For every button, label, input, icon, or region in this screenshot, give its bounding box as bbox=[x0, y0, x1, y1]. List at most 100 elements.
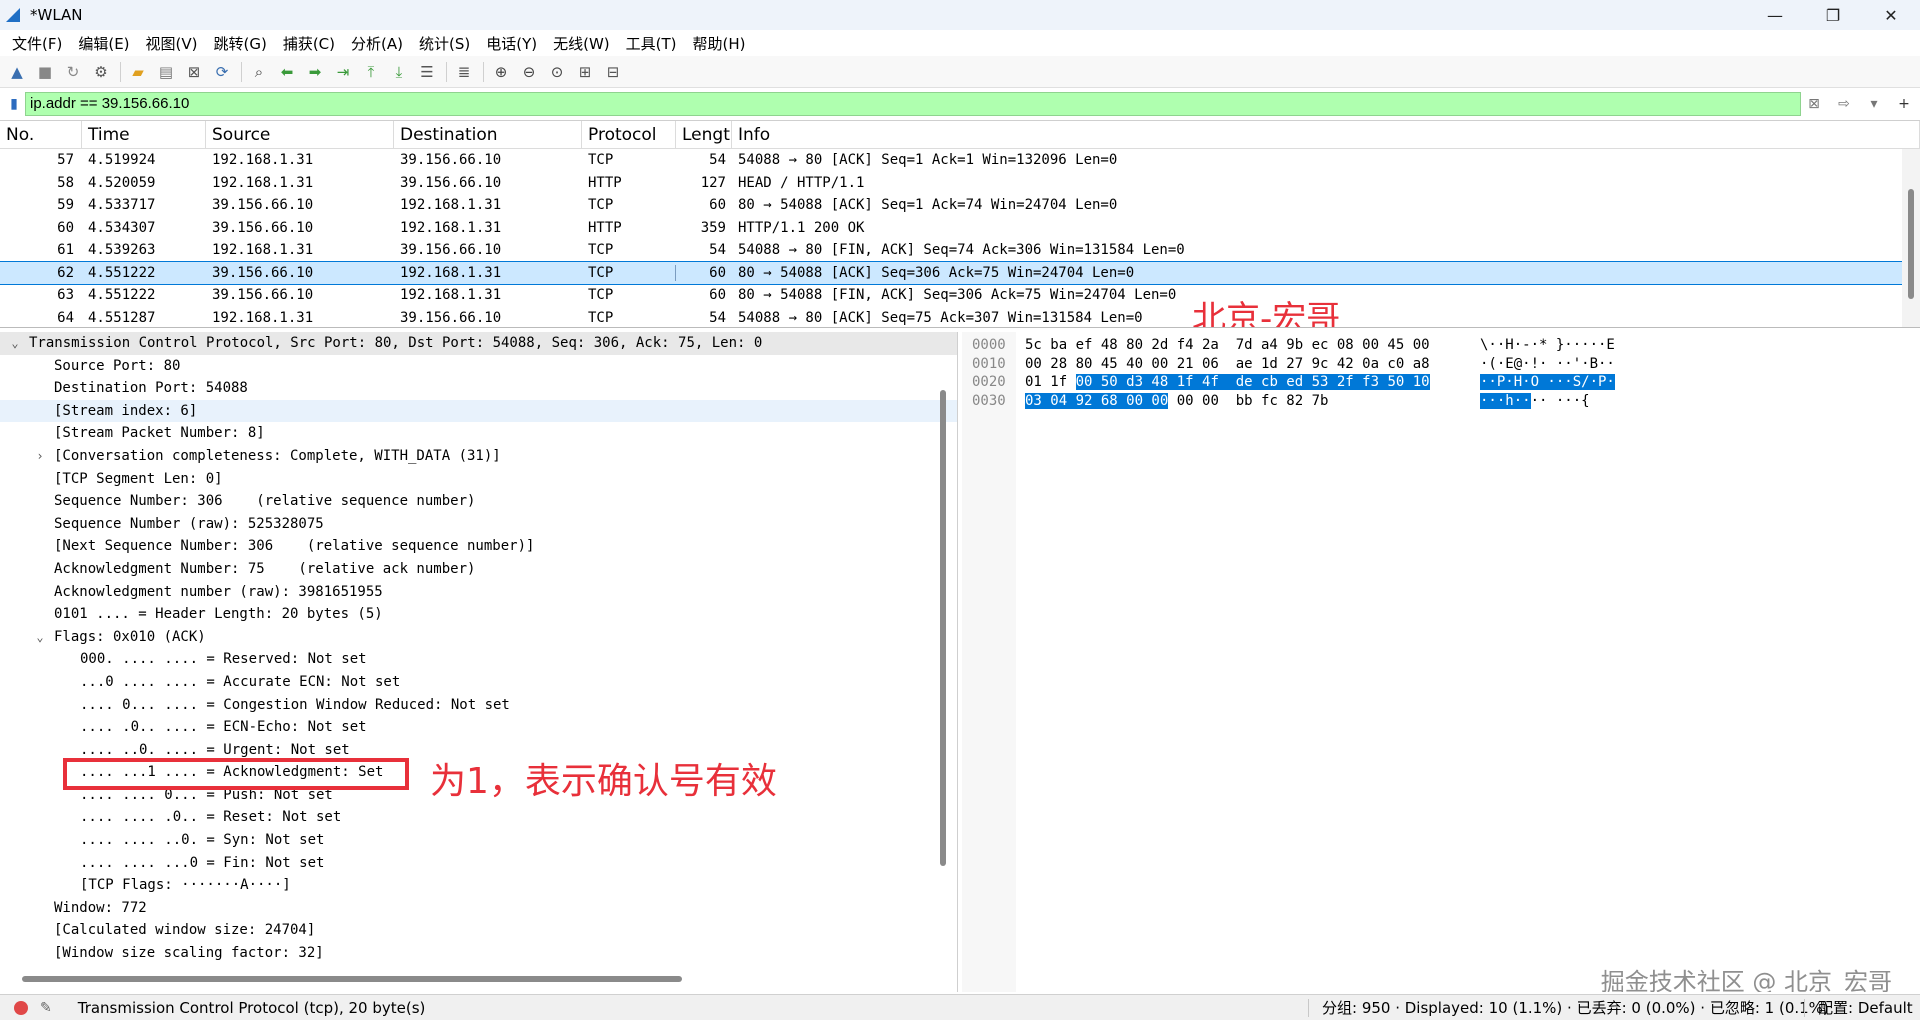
start-capture-icon[interactable]: ▲ bbox=[4, 60, 30, 84]
collapsed-chevron-icon[interactable]: › bbox=[33, 445, 47, 468]
packet-row[interactable]: 59 4.533717 39.156.66.10 192.168.1.31 TC… bbox=[0, 194, 1920, 217]
detail-tree-item[interactable]: 000. .... .... = Reserved: Not set bbox=[0, 648, 957, 671]
column-header-time[interactable]: Time bbox=[82, 121, 206, 149]
detail-tree-item[interactable]: [Next Sequence Number: 306 (relative seq… bbox=[0, 535, 957, 558]
maximize-button[interactable]: ❐ bbox=[1804, 0, 1862, 30]
autoscroll-icon[interactable]: ☰ bbox=[414, 60, 440, 84]
packet-row[interactable]: 58 4.520059 192.168.1.31 39.156.66.10 HT… bbox=[0, 172, 1920, 195]
menu-telephony[interactable]: 电话(Y) bbox=[478, 33, 545, 54]
hex-row[interactable]: 00 28 80 45 40 00 21 06 ae 1d 27 9c 42 0… bbox=[1025, 355, 1430, 374]
hex-row[interactable]: 03 04 92 68 00 00 00 00 bb fc 82 7b bbox=[1025, 392, 1430, 411]
ascii-row[interactable]: \··H·-·* }·····E bbox=[1480, 336, 1615, 355]
display-filter-input[interactable]: ip.addr == 39.156.66.10 bbox=[25, 92, 1801, 116]
first-packet-icon[interactable]: ⤒ bbox=[358, 60, 384, 84]
menu-analyze[interactable]: 分析(A) bbox=[343, 33, 411, 54]
stop-capture-icon[interactable]: ■ bbox=[32, 60, 58, 84]
status-profile[interactable]: 配置: Default bbox=[1818, 997, 1913, 1018]
detail-tree-item[interactable]: ⌄ Flags: 0x010 (ACK) bbox=[0, 626, 957, 649]
menu-edit[interactable]: 编辑(E) bbox=[70, 33, 137, 54]
column-header-info[interactable]: Info bbox=[732, 121, 1920, 149]
packet-row[interactable]: 64 4.551287 192.168.1.31 39.156.66.10 TC… bbox=[0, 307, 1920, 328]
details-vertical-scrollbar[interactable] bbox=[940, 390, 946, 866]
capture-options-icon[interactable]: ⚙ bbox=[88, 60, 114, 84]
go-forward-icon[interactable]: ➡ bbox=[302, 60, 328, 84]
detail-tree-item[interactable]: Acknowledgment number (raw): 3981651955 bbox=[0, 581, 957, 604]
detail-tree-item[interactable]: .... .... .0.. = Reset: Not set bbox=[0, 806, 957, 829]
menu-file[interactable]: 文件(F) bbox=[4, 33, 70, 54]
detail-tree-item[interactable]: [Stream index: 6] bbox=[0, 399, 957, 423]
packet-row[interactable]: 57 4.519924 192.168.1.31 39.156.66.10 TC… bbox=[0, 149, 1920, 172]
minimize-button[interactable]: — bbox=[1746, 0, 1804, 30]
go-to-packet-icon[interactable]: ⇥ bbox=[330, 60, 356, 84]
menu-help[interactable]: 帮助(H) bbox=[685, 33, 754, 54]
filter-bookmark-icon[interactable]: ▮ bbox=[3, 92, 25, 116]
zoom-out-icon[interactable]: ⊖ bbox=[516, 60, 542, 84]
detail-tree-item[interactable]: › [Conversation completeness: Complete, W… bbox=[0, 445, 957, 468]
clear-filter-icon[interactable]: ⊠ bbox=[1803, 93, 1825, 115]
last-packet-icon[interactable]: ⤓ bbox=[386, 60, 412, 84]
ascii-row[interactable]: ··P·H·O ···S/·P· bbox=[1480, 373, 1615, 392]
filter-history-dropdown-icon[interactable]: ▾ bbox=[1863, 93, 1885, 115]
menu-tools[interactable]: 工具(T) bbox=[618, 33, 685, 54]
menu-statistics[interactable]: 统计(S) bbox=[411, 33, 478, 54]
detail-tree-item[interactable]: Window: 772 bbox=[0, 897, 957, 920]
detail-tree-item[interactable]: Sequence Number (raw): 525328075 bbox=[0, 513, 957, 536]
detail-tree-item[interactable]: Destination Port: 54088 bbox=[0, 377, 957, 400]
hex-row[interactable]: 01 1f 00 50 d3 48 1f 4f de cb ed 53 2f f… bbox=[1025, 373, 1430, 392]
detail-tree-item[interactable]: Sequence Number: 306 (relative sequence … bbox=[0, 490, 957, 513]
bytes-ascii-column[interactable]: \··H·-·* }·····E ·(·E@·!· ··'·B·· ··P·H·… bbox=[1480, 332, 1615, 410]
save-file-icon[interactable]: ▤ bbox=[153, 60, 179, 84]
detail-tree-item[interactable]: Acknowledgment Number: 75 (relative ack … bbox=[0, 558, 957, 581]
close-button[interactable]: ✕ bbox=[1862, 0, 1920, 30]
close-file-icon[interactable]: ⊠ bbox=[181, 60, 207, 84]
hex-row[interactable]: 5c ba ef 48 80 2d f4 2a 7d a4 9b ec 08 0… bbox=[1025, 336, 1430, 355]
expanded-chevron-icon[interactable]: ⌄ bbox=[8, 332, 22, 355]
go-back-icon[interactable]: ⬅ bbox=[274, 60, 300, 84]
scrollbar-thumb[interactable] bbox=[1908, 189, 1914, 299]
packet-list-scrollbar[interactable] bbox=[1902, 149, 1920, 327]
bytes-hex-column[interactable]: 5c ba ef 48 80 2d f4 2a 7d a4 9b ec 08 0… bbox=[1025, 332, 1430, 410]
column-header-no[interactable]: No. bbox=[0, 121, 82, 149]
resize-columns-icon[interactable]: ⊞ bbox=[572, 60, 598, 84]
zoom-normal-icon[interactable]: ⊙ bbox=[544, 60, 570, 84]
column-header-length[interactable]: Lengt bbox=[676, 121, 732, 149]
detail-tree-item[interactable]: [Stream Packet Number: 8] bbox=[0, 422, 957, 445]
menu-view[interactable]: 视图(V) bbox=[138, 33, 206, 54]
ascii-row[interactable]: ·(·E@·!· ··'·B·· bbox=[1480, 355, 1615, 374]
detail-tree-item[interactable]: [Window size scaling factor: 32] bbox=[0, 942, 957, 965]
apply-filter-icon[interactable]: ⇨ bbox=[1827, 93, 1861, 115]
packet-row-selected[interactable]: 62 4.551222 39.156.66.10 192.168.1.31 TC… bbox=[0, 260, 1920, 285]
reload-file-icon[interactable]: ⟳ bbox=[209, 60, 235, 84]
column-header-protocol[interactable]: Protocol bbox=[582, 121, 676, 149]
restart-capture-icon[interactable]: ↻ bbox=[60, 60, 86, 84]
ascii-row[interactable]: ···h···· ···{ bbox=[1480, 392, 1615, 411]
detail-tree-item[interactable]: 0101 .... = Header Length: 20 bytes (5) bbox=[0, 603, 957, 626]
packet-row[interactable]: 60 4.534307 39.156.66.10 192.168.1.31 HT… bbox=[0, 217, 1920, 240]
detail-tree-item[interactable]: .... .0.. .... = ECN-Echo: Not set bbox=[0, 716, 957, 739]
expanded-chevron-icon[interactable]: ⌄ bbox=[33, 626, 47, 649]
detail-tree-item[interactable]: Source Port: 80 bbox=[0, 355, 957, 378]
detail-tree-item[interactable]: [TCP Segment Len: 0] bbox=[0, 468, 957, 491]
detail-tree-item[interactable]: .... .... ...0 = Fin: Not set bbox=[0, 852, 957, 875]
edit-comment-icon[interactable]: ✎ bbox=[40, 1000, 52, 1016]
expert-info-icon[interactable] bbox=[14, 1000, 28, 1015]
detail-tree-item[interactable]: ⌄ Transmission Control Protocol, Src Port… bbox=[0, 332, 957, 355]
detail-tree-item[interactable]: [Calculated window size: 24704] bbox=[0, 919, 957, 942]
column-header-source[interactable]: Source bbox=[206, 121, 394, 149]
find-packet-icon[interactable]: ⌕ bbox=[246, 60, 272, 84]
add-filter-button-icon[interactable]: + bbox=[1893, 93, 1915, 115]
zoom-in-icon[interactable]: ⊕ bbox=[488, 60, 514, 84]
menu-capture[interactable]: 捕获(C) bbox=[275, 33, 343, 54]
detail-tree-item[interactable]: .... 0... .... = Congestion Window Reduc… bbox=[0, 694, 957, 717]
open-file-icon[interactable]: ▰ bbox=[125, 60, 151, 84]
packet-row[interactable]: 63 4.551222 39.156.66.10 192.168.1.31 TC… bbox=[0, 284, 1920, 307]
menu-go[interactable]: 跳转(G) bbox=[206, 33, 275, 54]
packet-row[interactable]: 61 4.539263 192.168.1.31 39.156.66.10 TC… bbox=[0, 239, 1920, 262]
colorize-icon[interactable]: ≣ bbox=[451, 60, 477, 84]
menu-wireless[interactable]: 无线(W) bbox=[545, 33, 618, 54]
detail-tree-item[interactable]: [TCP Flags: ·······A····] bbox=[0, 874, 957, 897]
layout-icon[interactable]: ⊟ bbox=[600, 60, 626, 84]
details-horizontal-scrollbar[interactable] bbox=[22, 976, 682, 982]
column-header-destination[interactable]: Destination bbox=[394, 121, 582, 149]
detail-tree-item[interactable]: ...0 .... .... = Accurate ECN: Not set bbox=[0, 671, 957, 694]
